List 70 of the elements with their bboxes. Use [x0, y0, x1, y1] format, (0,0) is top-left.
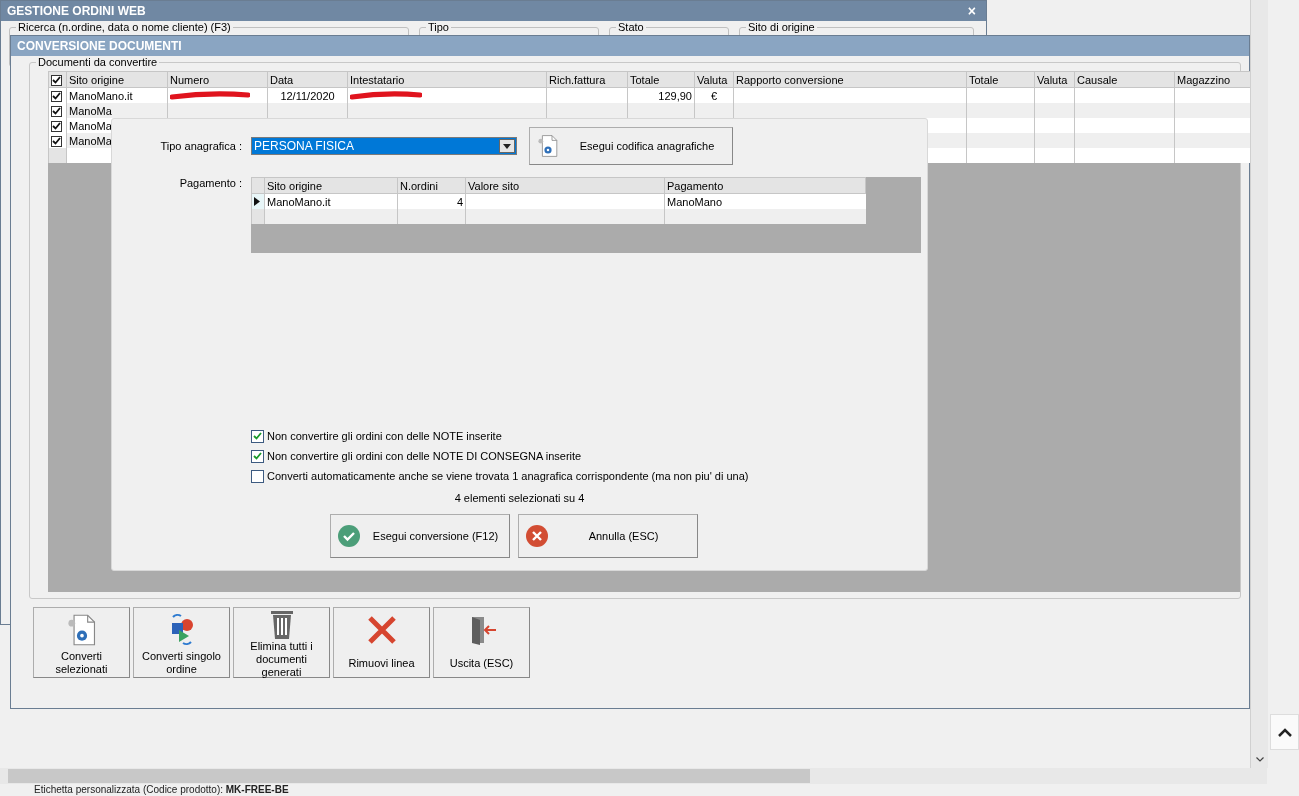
window-title: CONVERSIONE DOCUMENTI: [17, 39, 182, 53]
column-header[interactable]: Valuta: [694, 71, 734, 88]
column-header[interactable]: Data: [267, 71, 348, 88]
checkbox[interactable]: [51, 105, 62, 117]
column-header[interactable]: Rapporto conversione: [733, 71, 967, 88]
column-header[interactable]: Valuta: [1034, 71, 1075, 88]
column-header[interactable]: Totale: [966, 71, 1035, 88]
filter-label: Sito di origine: [746, 21, 817, 33]
column-header[interactable]: Totale: [627, 71, 695, 88]
column-header[interactable]: N.ordini: [397, 177, 466, 194]
checkbox[interactable]: [51, 120, 62, 132]
check-icon: [253, 452, 262, 460]
option-label: Non convertire gli ordini con delle NOTE inserite: [267, 430, 502, 442]
convert-button[interactable]: Esegui conversione (F12): [329, 514, 510, 558]
column-header[interactable]: Sito origine: [264, 177, 398, 194]
selection-count: 4 elementi selezionati su 4: [453, 492, 586, 504]
table-cell: ManoMano.it: [267, 195, 331, 208]
x-circle-icon: [524, 524, 549, 548]
document-gear-icon: [536, 134, 560, 158]
table-cell: ManoMa: [69, 119, 112, 132]
column-header[interactable]: Numero: [167, 71, 268, 88]
toolbar-button[interactable]: Rimuovi linea: [333, 607, 430, 678]
option-label: Converti automaticamente anche se viene trovata 1 anagrafica corrispondente (ma non piu' di una): [267, 470, 749, 482]
check-icon: [253, 432, 262, 440]
table-cell: ManoMa: [69, 104, 112, 117]
table-cell: 129,90: [658, 89, 692, 102]
checkbox[interactable]: [51, 135, 62, 147]
checkbox[interactable]: [51, 74, 62, 86]
chevron-up-icon: [1277, 727, 1292, 737]
field-label: Tipo anagrafica :: [159, 140, 243, 152]
filter-label: Stato: [616, 21, 646, 33]
checkbox[interactable]: [251, 429, 264, 443]
scroll-down-icon: [1255, 757, 1264, 762]
checkbox[interactable]: [251, 469, 264, 483]
dropdown[interactable]: PERSONA FISICA: [251, 137, 517, 155]
toolbar-button[interactable]: Converti singolo ordine: [133, 607, 230, 678]
footer-text: Etichetta personalizzata (Codice prodotto): MK-FREE-BE: [34, 784, 289, 795]
checkbox[interactable]: [51, 90, 62, 102]
cancel-button[interactable]: Annulla (ESC): [517, 514, 698, 558]
column-header[interactable]: Causale: [1074, 71, 1175, 88]
toolbar-button[interactable]: Elimina tutti i documenti generati: [233, 607, 330, 678]
table-cell-text: 12/11/2020: [279, 89, 336, 102]
close-button[interactable]: ×: [963, 3, 980, 19]
table-cell: 4: [456, 195, 463, 208]
window-title: GESTIONE ORDINI WEB: [7, 4, 146, 18]
dropdown-button[interactable]: [499, 139, 515, 153]
table-cell: ManoMano: [667, 195, 723, 208]
caret-icon: [503, 143, 511, 149]
checkbox[interactable]: [251, 449, 264, 463]
column-header[interactable]: Sito origine: [66, 71, 168, 88]
row-pointer-icon: [254, 196, 260, 206]
table-cell: ManoMa: [69, 134, 112, 147]
encode-button[interactable]: Esegui codifica anagrafiche: [529, 127, 733, 165]
filter-label: Ricerca (n.ordine, data o nome cliente) (F3): [16, 21, 233, 33]
x-icon: [365, 614, 398, 646]
column-header[interactable]: Valore sito: [465, 177, 665, 194]
toolbar-button[interactable]: Converti selezionati: [33, 607, 130, 678]
option-label: Non convertire gli ordini con delle NOTE DI CONSEGNA inserite: [267, 450, 582, 462]
filter-label: Tipo: [426, 21, 451, 33]
group-legend: Documenti da convertire: [36, 56, 160, 68]
column-header[interactable]: Rich.fattura: [546, 71, 628, 88]
column-header[interactable]: Intestatario: [347, 71, 547, 88]
toolbar-button[interactable]: Uscita (ESC): [433, 607, 530, 678]
check-circle-icon: [336, 524, 361, 548]
column-header[interactable]: Magazzino: [1174, 71, 1250, 88]
field-label: Pagamento :: [178, 177, 243, 189]
table-cell: ManoMano.it: [69, 89, 133, 102]
column-header[interactable]: Pagamento: [664, 177, 866, 194]
scroll-up-button[interactable]: [1270, 714, 1299, 750]
table-cell-text: €: [709, 89, 719, 102]
